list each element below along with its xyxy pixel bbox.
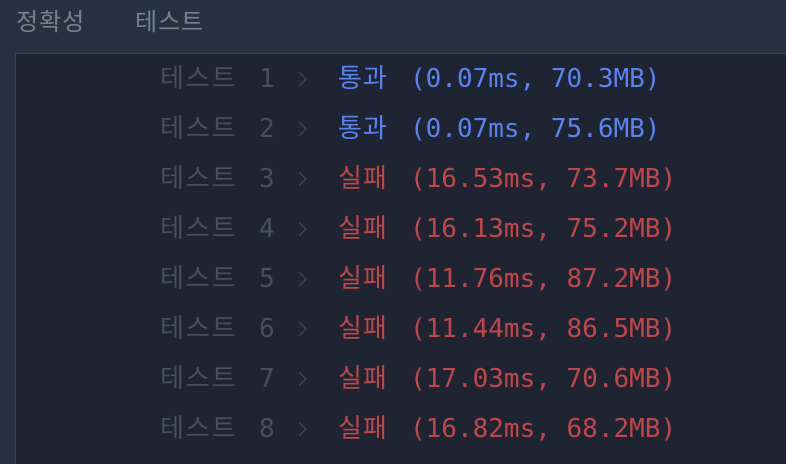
test-number: 1 — [259, 64, 275, 94]
test-row: 테스트 3 실패 (16.53ms, 73.7MB) — [16, 159, 786, 199]
test-number: 7 — [259, 364, 275, 394]
test-detail: (0.07ms, 70.3MB) — [410, 64, 661, 94]
test-label: 테스트 — [160, 114, 238, 144]
test-status: 실패 — [338, 214, 388, 244]
test-detail: (16.82ms, 68.2MB) — [410, 414, 677, 444]
test-number: 3 — [259, 164, 275, 194]
tab-accuracy[interactable]: 정확성 — [16, 6, 85, 38]
test-label: 테스트 — [160, 314, 238, 344]
test-detail: (16.53ms, 73.7MB) — [410, 164, 677, 194]
test-results-page: 정확성 테스트 테스트 1 통과 (0.07ms, 70.3MB) 테스트 2 … — [0, 0, 786, 464]
test-status: 실패 — [338, 414, 388, 444]
results-header: 정확성 테스트 — [0, 0, 786, 52]
test-label: 테스트 — [160, 164, 238, 194]
chevron-right-icon — [298, 121, 308, 137]
test-detail: (17.03ms, 70.6MB) — [410, 364, 677, 394]
test-number: 4 — [259, 214, 275, 244]
test-status: 통과 — [338, 114, 388, 144]
chevron-right-icon — [298, 321, 308, 337]
test-status: 통과 — [338, 64, 388, 94]
test-status: 실패 — [338, 164, 388, 194]
test-status: 실패 — [338, 264, 388, 294]
test-result-panel: 테스트 1 통과 (0.07ms, 70.3MB) 테스트 2 통과 (0.07… — [15, 53, 786, 464]
chevron-right-icon — [298, 371, 308, 387]
test-label: 테스트 — [160, 214, 238, 244]
test-number: 5 — [259, 264, 275, 294]
chevron-right-icon — [298, 71, 308, 87]
test-number: 8 — [259, 414, 275, 444]
test-label: 테스트 — [160, 364, 238, 394]
test-row: 테스트 4 실패 (16.13ms, 75.2MB) — [16, 209, 786, 249]
test-detail: (11.76ms, 87.2MB) — [410, 264, 677, 294]
chevron-right-icon — [298, 421, 308, 437]
test-row: 테스트 7 실패 (17.03ms, 70.6MB) — [16, 359, 786, 399]
tab-test[interactable]: 테스트 — [135, 6, 204, 38]
test-row: 테스트 2 통과 (0.07ms, 75.6MB) — [16, 109, 786, 149]
test-row: 테스트 6 실패 (11.44ms, 86.5MB) — [16, 309, 786, 349]
chevron-right-icon — [298, 271, 308, 287]
test-label: 테스트 — [160, 264, 238, 294]
test-row: 테스트 5 실패 (11.76ms, 87.2MB) — [16, 259, 786, 299]
test-status: 실패 — [338, 364, 388, 394]
chevron-right-icon — [298, 171, 308, 187]
chevron-right-icon — [298, 221, 308, 237]
test-detail: (16.13ms, 75.2MB) — [410, 214, 677, 244]
test-row: 테스트 8 실패 (16.82ms, 68.2MB) — [16, 409, 786, 449]
test-label: 테스트 — [160, 414, 238, 444]
test-row: 테스트 1 통과 (0.07ms, 70.3MB) — [16, 59, 786, 99]
test-detail: (11.44ms, 86.5MB) — [410, 314, 677, 344]
test-number: 2 — [259, 114, 275, 144]
test-status: 실패 — [338, 314, 388, 344]
test-number: 6 — [259, 314, 275, 344]
test-detail: (0.07ms, 75.6MB) — [410, 114, 661, 144]
test-label: 테스트 — [160, 64, 238, 94]
